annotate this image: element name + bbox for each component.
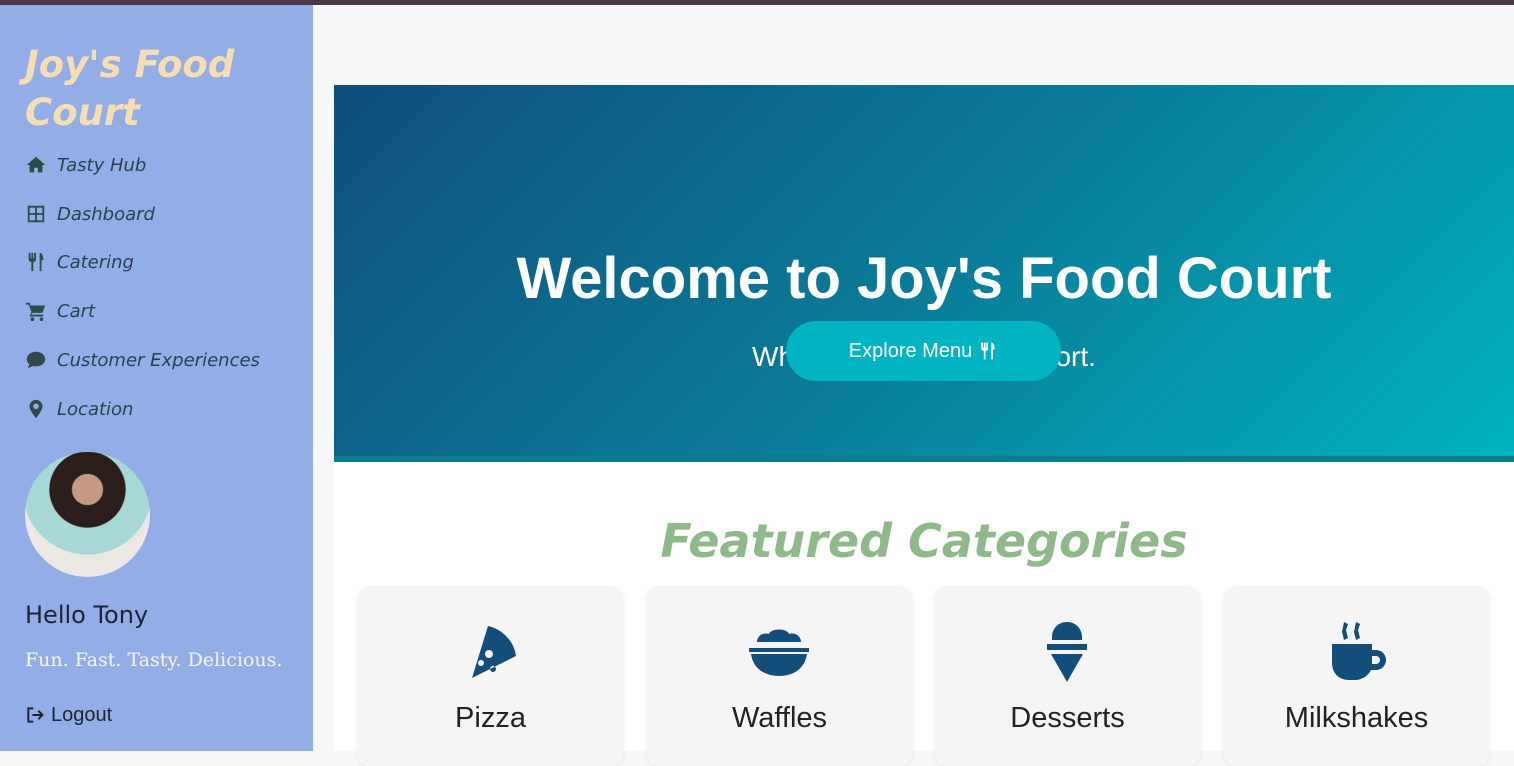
map-pin-icon bbox=[29, 399, 43, 419]
nav-label: Dashboard bbox=[57, 203, 155, 225]
hero-banner: Welcome to Joy's Food Court Where taste … bbox=[334, 85, 1514, 462]
comment-icon bbox=[26, 351, 46, 369]
home-icon bbox=[26, 156, 46, 173]
nav-label: Customer Experiences bbox=[57, 349, 260, 371]
category-card-milkshakes[interactable]: Milkshakes bbox=[1224, 586, 1489, 766]
logout-label: Logout bbox=[51, 703, 113, 726]
ice-cream-icon bbox=[1047, 622, 1087, 682]
category-label: Desserts bbox=[1010, 702, 1125, 734]
nav-label: Tasty Hub bbox=[57, 154, 147, 176]
greeting: Hello Tony bbox=[25, 601, 149, 629]
category-label: Pizza bbox=[455, 702, 526, 734]
category-card-waffles[interactable]: Waffles bbox=[647, 586, 912, 766]
logout-button[interactable]: Logout bbox=[25, 701, 112, 729]
nav-item-location[interactable]: Location bbox=[25, 395, 133, 423]
nav-label: Cart bbox=[57, 300, 96, 322]
nav-item-tasty-hub[interactable]: Tasty Hub bbox=[25, 151, 146, 179]
category-card-desserts[interactable]: Desserts bbox=[935, 586, 1200, 766]
nav-item-dashboard[interactable]: Dashboard bbox=[25, 200, 155, 228]
hero-title: Welcome to Joy's Food Court bbox=[516, 246, 1332, 311]
bowl-icon bbox=[749, 629, 809, 676]
explore-menu-button[interactable]: Explore Menu bbox=[786, 321, 1061, 381]
nav-label: Location bbox=[57, 398, 134, 420]
mug-icon bbox=[1332, 622, 1386, 680]
nav-item-cart[interactable]: Cart bbox=[25, 297, 95, 325]
grid-icon bbox=[27, 205, 45, 223]
featured-title: Featured Categories bbox=[660, 514, 1188, 568]
sidebar: Joy's Food Court Tasty Hub Dashboard Cat… bbox=[0, 5, 313, 751]
utensils-icon bbox=[28, 252, 44, 272]
cart-icon bbox=[25, 302, 46, 322]
brand-title: Joy's Food Court bbox=[25, 43, 235, 134]
utensils-icon bbox=[981, 342, 995, 360]
pizza-icon bbox=[472, 626, 516, 678]
category-label: Milkshakes bbox=[1284, 702, 1429, 734]
nav-label: Catering bbox=[57, 251, 134, 273]
category-card-pizza[interactable]: Pizza bbox=[358, 586, 623, 766]
avatar bbox=[25, 452, 150, 577]
nav-item-customer-experiences[interactable]: Customer Experiences bbox=[25, 346, 260, 374]
tagline: Fun. Fast. Tasty. Delicious. bbox=[25, 649, 283, 671]
category-label: Waffles bbox=[731, 702, 828, 734]
nav-item-catering[interactable]: Catering bbox=[25, 248, 134, 276]
explore-menu-label: Explore Menu bbox=[848, 339, 973, 362]
logout-icon bbox=[27, 707, 44, 723]
